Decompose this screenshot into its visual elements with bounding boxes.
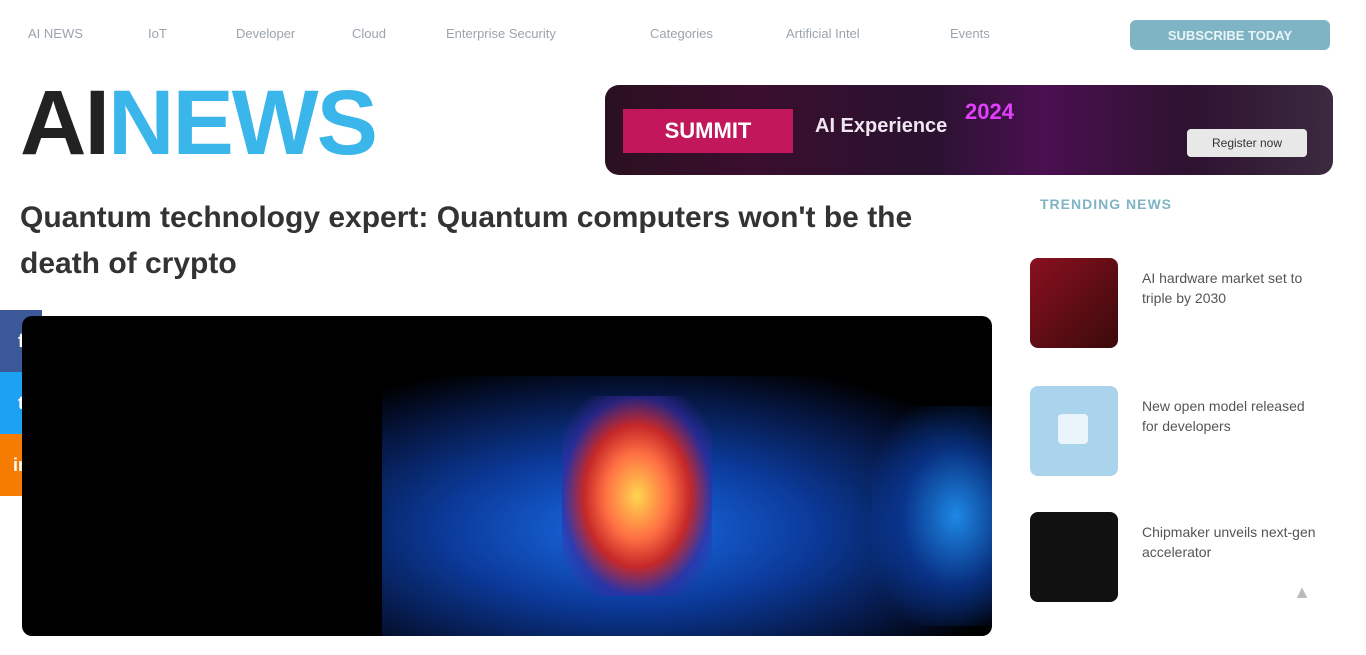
banner-cta-button[interactable]: Register now	[1187, 129, 1307, 157]
nav-item-cloud[interactable]: Cloud	[352, 26, 386, 44]
banner-brand: SUMMIT	[623, 109, 793, 153]
sidebar-article-title[interactable]: AI hardware market set to triple by 2030	[1142, 268, 1322, 308]
nav-item-categories[interactable]: Categories	[650, 26, 713, 44]
sidebar-thumbnail[interactable]	[1030, 386, 1118, 476]
nav-item-enterprise-security[interactable]: Enterprise Security	[446, 26, 556, 44]
article-headline: Quantum technology expert: Quantum compu…	[20, 201, 913, 280]
sidebar-title: TRENDING NEWS	[1040, 196, 1172, 212]
sidebar-article-2[interactable]: New open model released for developers	[1030, 386, 1330, 476]
logo-news-text: NEWS	[108, 72, 378, 174]
sidebar-article-3[interactable]: Chipmaker unveils next-gen accelerator	[1030, 512, 1330, 602]
ad-banner[interactable]: SUMMIT AI Experience 2024 Register now	[605, 85, 1333, 175]
scroll-top-icon[interactable]: ▲	[1290, 582, 1314, 606]
article-hero-image	[22, 316, 992, 636]
sidebar-article-1[interactable]: AI hardware market set to triple by 2030	[1030, 258, 1330, 348]
subscribe-button[interactable]: SUBSCRIBE TODAY	[1130, 20, 1330, 50]
sidebar-article-title[interactable]: Chipmaker unveils next-gen accelerator	[1142, 522, 1322, 562]
logo-ai-text: AI	[20, 72, 110, 174]
sidebar-article-title[interactable]: New open model released for developers	[1142, 396, 1322, 436]
site-logo[interactable]: AI NEWS	[20, 72, 378, 174]
banner-text: AI Experience	[815, 115, 948, 137]
nav-item-developer[interactable]: Developer	[236, 26, 295, 44]
sidebar-thumbnail[interactable]	[1030, 258, 1118, 348]
nav-item-artificial-intelligence[interactable]: Artificial Intel	[786, 26, 860, 44]
banner-highlight: 2024	[965, 99, 1014, 124]
top-navigation: AI NEWS IoT Developer Cloud Enterprise S…	[0, 0, 1366, 72]
sidebar-thumbnail[interactable]	[1030, 512, 1118, 602]
nav-item-iot[interactable]: IoT	[148, 26, 167, 44]
nav-item-events[interactable]: Events	[950, 26, 990, 44]
nav-item-home[interactable]: AI NEWS	[28, 26, 83, 44]
